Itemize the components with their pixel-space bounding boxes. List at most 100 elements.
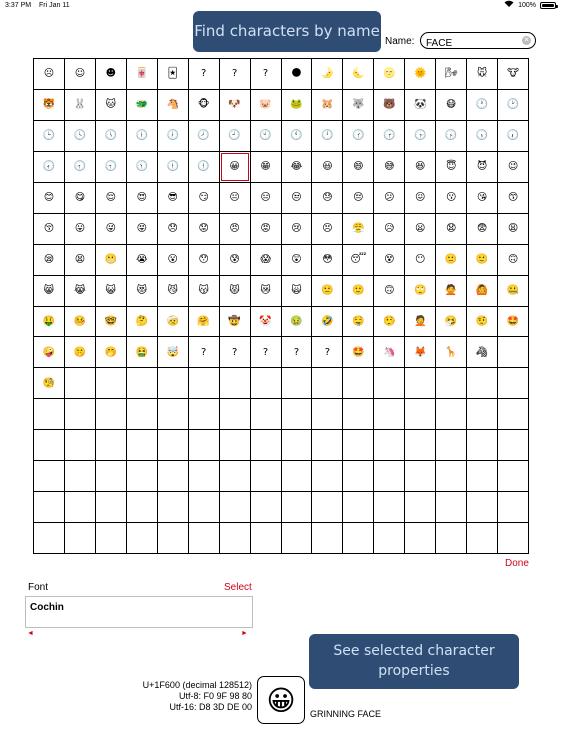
character-cell[interactable]: 🐴 (157, 89, 189, 121)
character-cell[interactable]: 😼 (157, 275, 189, 307)
character-cell[interactable]: 😶 (405, 244, 437, 276)
character-cell[interactable] (467, 461, 499, 493)
character-cell[interactable]: 🧐 (34, 368, 65, 400)
character-cell[interactable]: 😫 (64, 244, 96, 276)
character-cell[interactable] (34, 492, 65, 524)
character-cell[interactable]: 🤩 (343, 337, 375, 369)
character-cell[interactable] (374, 368, 406, 400)
character-cell[interactable] (64, 430, 96, 462)
name-search-input[interactable] (421, 36, 517, 51)
character-cell[interactable] (498, 368, 529, 400)
character-cell[interactable]: ? (250, 59, 282, 90)
character-cell[interactable]: 🤧 (436, 306, 468, 338)
character-cell[interactable]: 🕘 (219, 120, 251, 152)
character-cell[interactable] (467, 399, 499, 431)
character-cell[interactable]: 🐷 (250, 89, 282, 121)
character-cell[interactable]: 😢 (281, 213, 313, 245)
character-cell[interactable]: 🕧 (188, 151, 220, 183)
character-cell[interactable]: 🕝 (374, 120, 406, 152)
character-cell[interactable]: 😒 (281, 182, 313, 214)
character-cell[interactable]: 😍 (126, 182, 158, 214)
character-cell[interactable]: 🕔 (95, 120, 127, 152)
character-cell[interactable]: 🌛 (312, 59, 344, 90)
character-cell[interactable]: 🃏 (157, 59, 189, 90)
character-cell[interactable]: 😙 (498, 182, 529, 214)
character-cell[interactable]: 😋 (64, 182, 96, 214)
character-cell[interactable] (436, 368, 468, 400)
character-cell[interactable]: 🙄 (405, 275, 437, 307)
character-cell[interactable]: 🦓 (467, 337, 499, 369)
character-cell[interactable] (95, 368, 127, 400)
character-cell[interactable]: 😷 (436, 89, 468, 121)
character-cell[interactable] (95, 461, 127, 493)
character-cell[interactable]: 🦄 (374, 337, 406, 369)
character-cell[interactable]: 😜 (95, 213, 127, 245)
character-cell[interactable]: 😧 (436, 213, 468, 245)
character-cell[interactable]: 🕙 (250, 120, 282, 152)
character-cell[interactable] (498, 430, 529, 462)
select-font-button[interactable]: Select (224, 582, 252, 593)
character-cell[interactable]: ☺ (64, 59, 96, 90)
character-cell[interactable] (436, 492, 468, 524)
character-cell[interactable] (436, 430, 468, 462)
character-cell[interactable]: 🕠 (467, 120, 499, 152)
character-cell[interactable] (467, 492, 499, 524)
character-cell[interactable]: 🤭 (95, 337, 127, 369)
character-cell[interactable]: 🤤 (343, 306, 375, 338)
character-cell[interactable] (467, 368, 499, 400)
character-cell[interactable] (64, 368, 96, 400)
character-cell[interactable] (374, 492, 406, 524)
character-cell[interactable]: 😑 (250, 182, 282, 214)
character-cell[interactable] (498, 337, 529, 369)
character-cell[interactable]: 😪 (34, 244, 65, 276)
character-cell[interactable]: 🕟 (436, 120, 468, 152)
character-cell[interactable]: 🕚 (281, 120, 313, 152)
character-cell[interactable] (405, 368, 437, 400)
character-cell[interactable] (188, 399, 220, 431)
character-cell[interactable]: 🕑 (498, 89, 529, 121)
character-cell[interactable] (250, 368, 282, 400)
character-cell[interactable] (281, 523, 313, 554)
character-cell[interactable]: 😛 (64, 213, 96, 245)
character-cell[interactable]: 🤫 (64, 337, 96, 369)
character-cell[interactable]: 🤠 (219, 306, 251, 338)
character-cell[interactable]: 🐶 (219, 89, 251, 121)
character-cell[interactable] (467, 430, 499, 462)
character-cell[interactable]: 🤯 (157, 337, 189, 369)
character-cell[interactable]: 😉 (498, 151, 529, 183)
character-cell[interactable]: 🤦 (405, 306, 437, 338)
character-cell[interactable]: 🌞 (405, 59, 437, 90)
character-cell[interactable]: 😡 (250, 213, 282, 245)
character-cell[interactable] (157, 399, 189, 431)
character-cell[interactable]: 🕓 (64, 120, 96, 152)
character-cell[interactable] (281, 492, 313, 524)
character-cell[interactable]: 🕦 (157, 151, 189, 183)
character-cell[interactable]: 🌑 (281, 59, 313, 90)
character-cell[interactable]: 🤩 (498, 306, 529, 338)
character-cell[interactable]: 😳 (312, 244, 344, 276)
character-cell[interactable] (157, 430, 189, 462)
character-cell[interactable]: 🐭 (467, 59, 499, 90)
character-cell[interactable] (95, 492, 127, 524)
character-cell[interactable]: 😴 (343, 244, 375, 276)
character-cell[interactable] (312, 461, 344, 493)
character-cell[interactable]: 🕞 (405, 120, 437, 152)
character-cell[interactable]: 😈 (467, 151, 499, 183)
character-cell[interactable]: 😚 (34, 213, 65, 245)
character-cell[interactable] (219, 492, 251, 524)
character-cell[interactable]: 🐻 (374, 89, 406, 121)
character-cell[interactable]: 😅 (374, 151, 406, 183)
character-cell[interactable] (498, 523, 529, 554)
character-cell[interactable]: 🤑 (34, 306, 65, 338)
character-cell[interactable] (343, 399, 375, 431)
character-cell[interactable] (405, 430, 437, 462)
character-cell[interactable] (343, 523, 375, 554)
character-cell[interactable] (188, 523, 220, 554)
character-cell[interactable] (343, 368, 375, 400)
character-cell[interactable] (157, 492, 189, 524)
character-cell[interactable]: 🐵 (188, 89, 220, 121)
character-cell[interactable] (188, 430, 220, 462)
character-cell[interactable]: 🙂 (343, 275, 375, 307)
character-cell[interactable]: ? (188, 59, 220, 90)
character-cell[interactable]: 🤔 (126, 306, 158, 338)
